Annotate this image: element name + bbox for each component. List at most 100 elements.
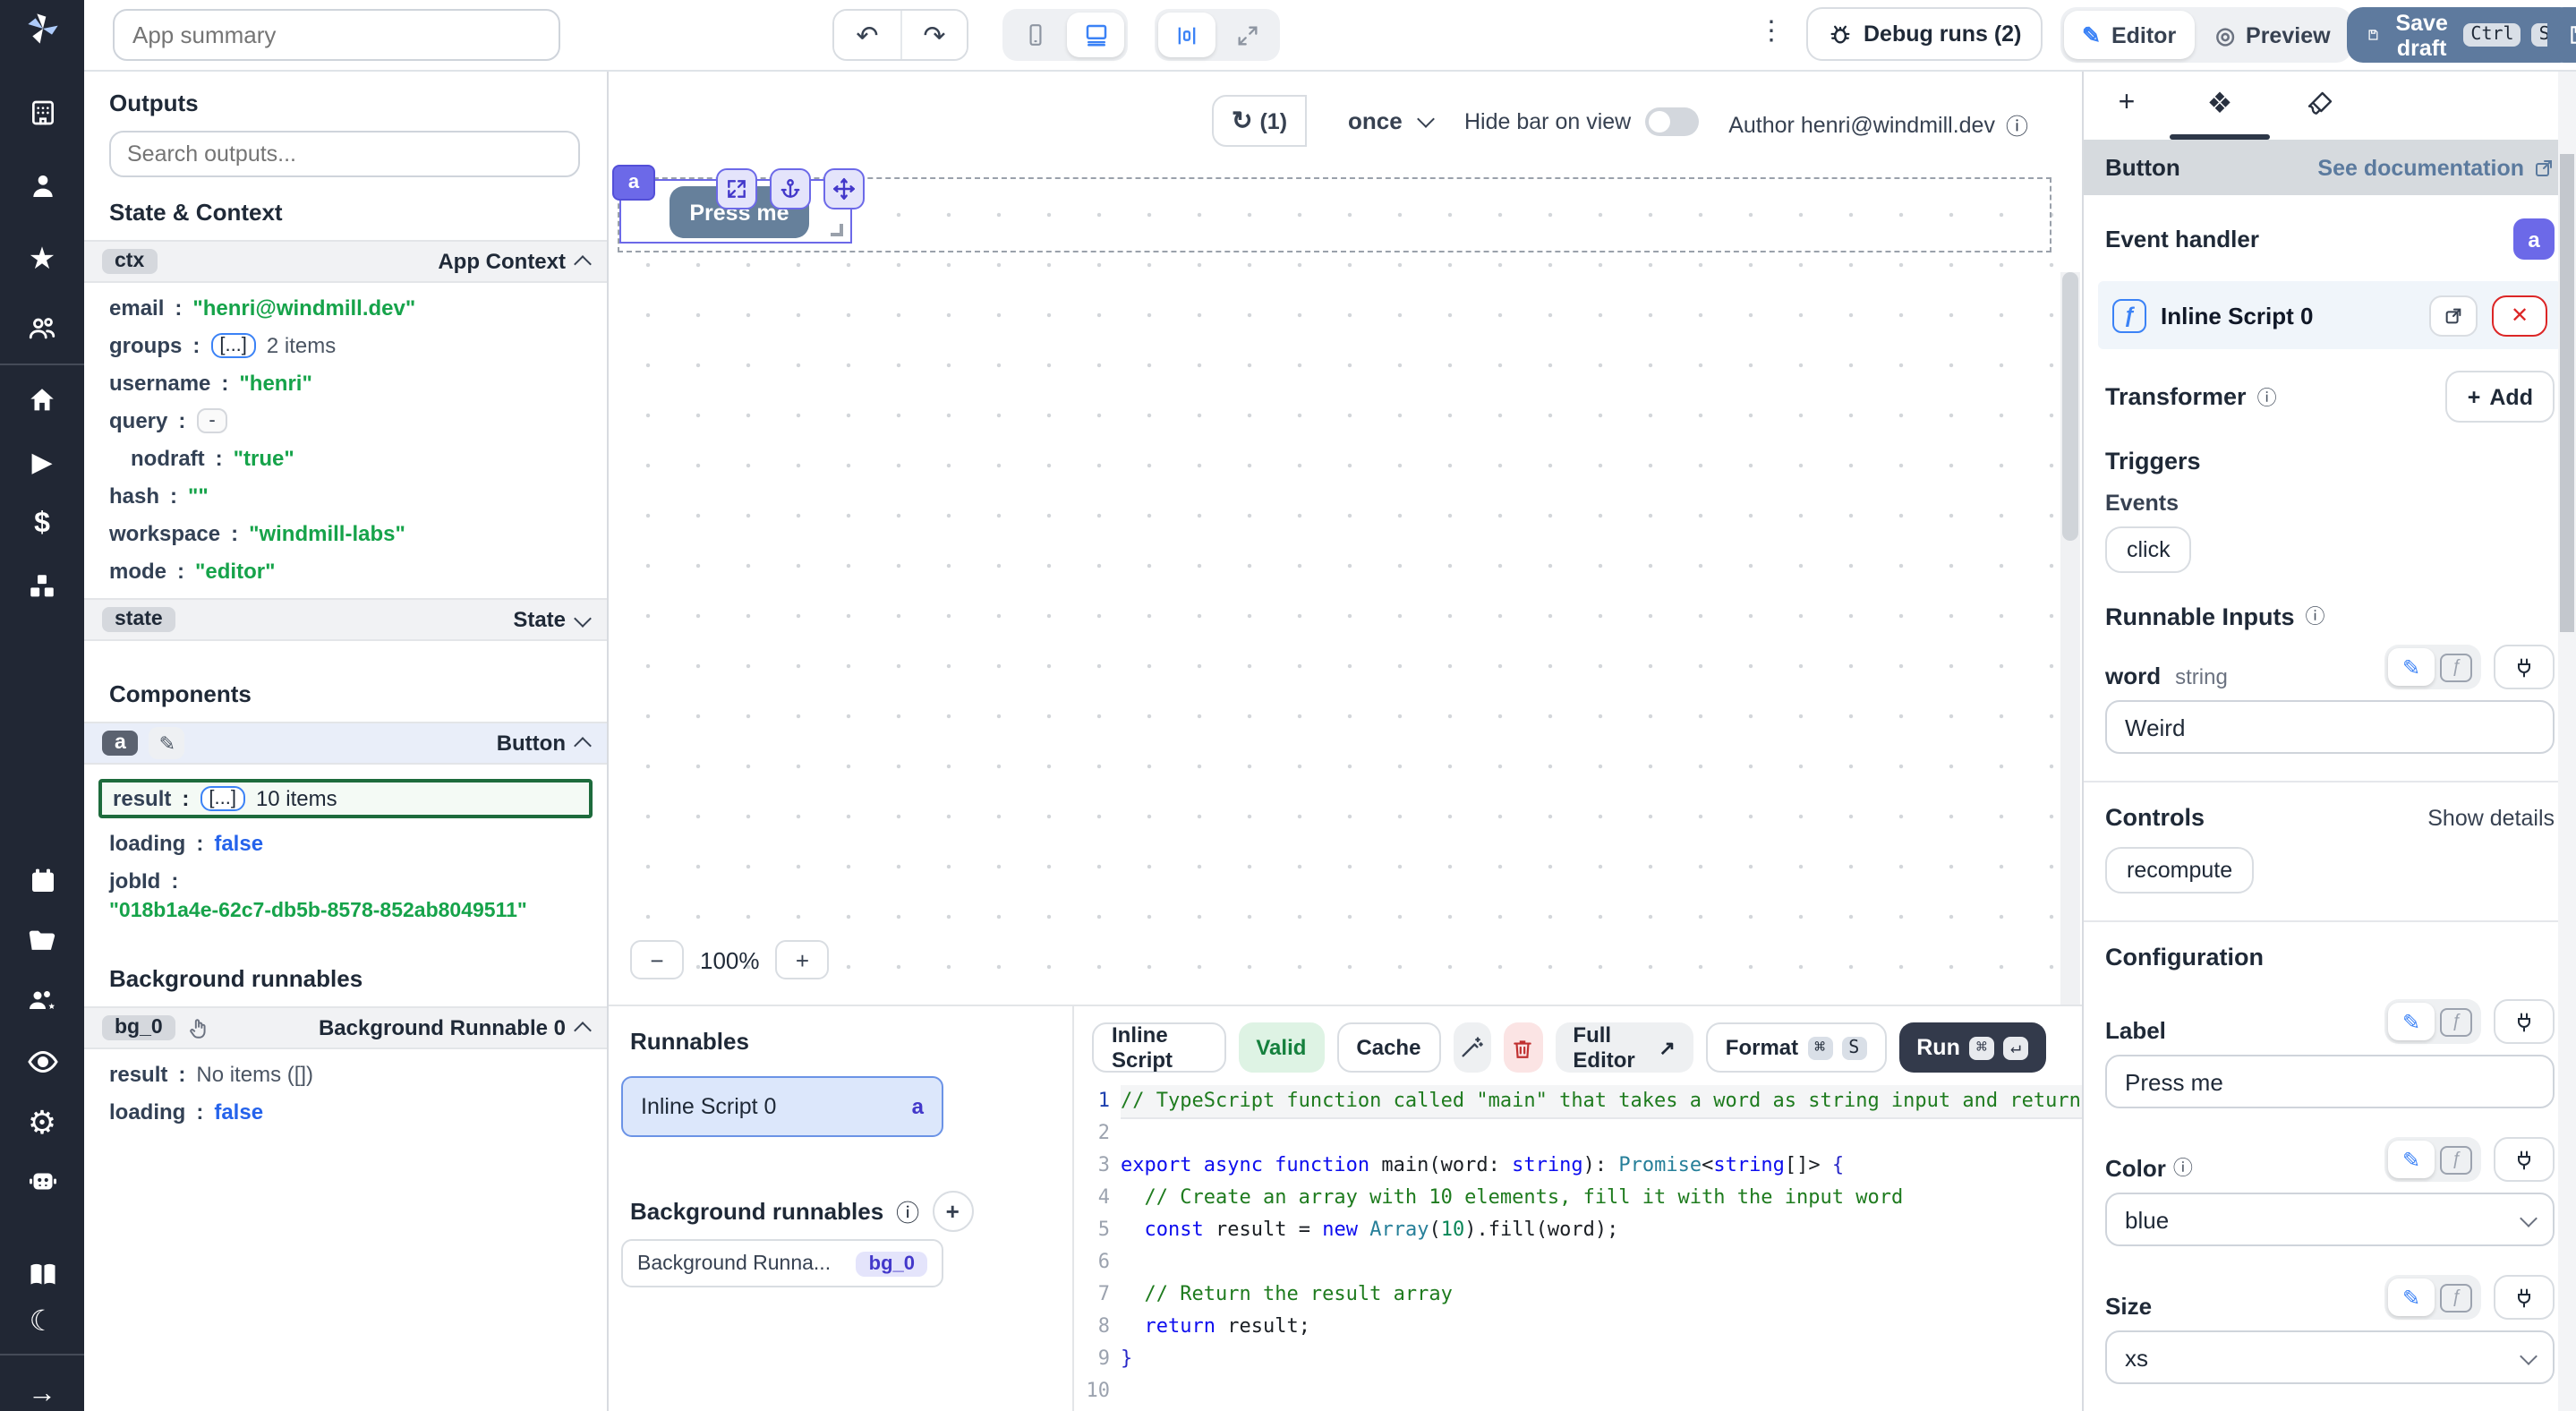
size-select[interactable]: xs xyxy=(2105,1330,2555,1384)
expand-array-chip[interactable]: [...] xyxy=(200,786,245,811)
canvas-grid[interactable]: Press me a − 100% + xyxy=(609,172,2082,1005)
state-section-header[interactable]: state State xyxy=(84,598,607,641)
eval-mode-button[interactable]: ƒ xyxy=(2440,1007,2472,1036)
building-icon[interactable] xyxy=(0,97,84,131)
cache-button[interactable]: Cache xyxy=(1336,1022,1440,1073)
more-options-icon[interactable]: ⋮ xyxy=(1758,14,1783,47)
static-mode-button[interactable]: ✎ xyxy=(2388,1141,2435,1178)
ctx-row-groups[interactable]: groups:[...]2 items xyxy=(84,333,607,358)
collapse-icon[interactable] xyxy=(574,1022,592,1039)
zoom-in-button[interactable]: + xyxy=(776,940,830,979)
people-gear-icon[interactable] xyxy=(0,984,84,1018)
info-icon[interactable]: ⓘ xyxy=(896,1194,919,1228)
ctx-row-workspace[interactable]: workspace:"windmill-labs" xyxy=(84,521,607,546)
tab-preview[interactable]: ◎ Preview xyxy=(2197,11,2348,59)
anchor-handle[interactable] xyxy=(770,168,811,210)
cubes-icon[interactable] xyxy=(0,570,84,604)
see-documentation-link[interactable]: See documentation xyxy=(2317,155,2555,180)
dollar-icon[interactable]: $ xyxy=(0,508,84,542)
handler-script-row[interactable]: ƒ Inline Script 0 ✕ xyxy=(2098,281,2562,349)
ctx-row-username[interactable]: username:"henri" xyxy=(84,371,607,396)
connect-plug-button[interactable] xyxy=(2494,1275,2555,1320)
window-scrollbar[interactable] xyxy=(2558,72,2576,1411)
folder-icon[interactable] xyxy=(0,924,84,958)
calendar-icon[interactable] xyxy=(0,863,84,897)
full-editor-button[interactable]: Full Editor ↗ xyxy=(1555,1022,1693,1073)
ctx-row-mode[interactable]: mode:"editor" xyxy=(84,559,607,584)
label-input[interactable] xyxy=(2105,1055,2555,1108)
moon-icon[interactable]: ☾ xyxy=(0,1306,84,1340)
remove-script-button[interactable]: ✕ xyxy=(2492,295,2547,336)
robot-icon[interactable] xyxy=(0,1164,84,1198)
expand-array-chip[interactable]: [...] xyxy=(210,333,256,358)
format-button[interactable]: Format ⌘S xyxy=(1706,1022,1886,1073)
move-handle[interactable] xyxy=(823,168,865,210)
click-event-pill[interactable]: click xyxy=(2105,526,2192,573)
connect-plug-button[interactable] xyxy=(2494,645,2555,689)
add-background-runnable-button[interactable]: + xyxy=(932,1191,973,1232)
ai-wand-button[interactable] xyxy=(1453,1022,1491,1073)
ctx-section-header[interactable]: ctx App Context xyxy=(84,240,607,283)
button-component-header[interactable]: a ✎ Button xyxy=(84,722,607,765)
windmill-logo[interactable] xyxy=(0,11,84,47)
background-runnable-item[interactable]: Background Runna... bg_0 xyxy=(621,1239,943,1287)
tab-insert[interactable]: + xyxy=(2091,72,2162,136)
expand-handle[interactable] xyxy=(716,168,757,210)
code-lines[interactable]: // TypeScript function called "main" tha… xyxy=(1121,1085,2082,1411)
collapse-icon[interactable] xyxy=(574,737,592,755)
button-jobid-value[interactable]: "018b1a4e-62c7-db5b-8578-852ab8049511" xyxy=(84,901,607,922)
tab-styling[interactable] xyxy=(2284,72,2356,136)
expand-icon[interactable] xyxy=(574,609,592,627)
info-icon[interactable]: ⓘ xyxy=(2306,602,2325,630)
zoom-out-button[interactable]: − xyxy=(630,940,684,979)
home-icon[interactable] xyxy=(0,383,84,417)
ctx-row-nodraft[interactable]: nodraft:"true" xyxy=(84,446,607,471)
open-script-button[interactable] xyxy=(2429,295,2478,336)
ctx-row-hash[interactable]: hash:"" xyxy=(84,483,607,509)
ctx-row-query[interactable]: query:- xyxy=(84,408,607,433)
bg0-result-row[interactable]: result:No items ([]) xyxy=(84,1062,607,1087)
connect-plug-button[interactable] xyxy=(2494,999,2555,1044)
inline-script-tab[interactable]: Inline Script xyxy=(1092,1022,1225,1073)
word-input[interactable] xyxy=(2105,700,2555,754)
inline-script-item[interactable]: Inline Script 0 a xyxy=(621,1076,943,1137)
bg0-section-header[interactable]: bg_0 Background Runnable 0 xyxy=(84,1006,607,1049)
bg0-loading-row[interactable]: loading:false xyxy=(84,1099,607,1125)
add-transformer-button[interactable]: +Add xyxy=(2446,371,2555,423)
static-mode-button[interactable]: ✎ xyxy=(2388,1278,2435,1316)
refresh-button[interactable]: ↻ (1) xyxy=(1212,95,1307,147)
info-icon[interactable]: ⓘ xyxy=(2257,382,2277,411)
deploy-button[interactable]: Deploy xyxy=(2547,7,2576,63)
button-loading-row[interactable]: loading:false xyxy=(84,831,607,856)
run-button[interactable]: Run ⌘↵ xyxy=(1898,1022,2046,1073)
undo-button[interactable]: ↶ xyxy=(834,11,900,59)
hide-bar-toggle[interactable] xyxy=(1645,107,1699,136)
collapse-icon[interactable] xyxy=(574,255,592,273)
connect-plug-button[interactable] xyxy=(2494,1137,2555,1182)
book-icon[interactable] xyxy=(0,1258,84,1292)
static-mode-button[interactable]: ✎ xyxy=(2388,648,2435,686)
save-draft-button[interactable]: Save draft CtrlS xyxy=(2347,7,2576,63)
redo-button[interactable]: ↷ xyxy=(900,11,967,59)
eval-mode-button[interactable]: ƒ xyxy=(2440,653,2472,681)
app-summary-input[interactable] xyxy=(113,9,560,61)
schedule-dropdown[interactable]: once xyxy=(1337,95,1444,147)
center-layout-button[interactable] xyxy=(1158,13,1215,57)
desktop-view-button[interactable] xyxy=(1067,13,1124,57)
show-details-link[interactable]: Show details xyxy=(2427,805,2555,830)
gear-icon[interactable]: ⚙ xyxy=(0,1105,84,1139)
resize-handle[interactable] xyxy=(831,224,843,236)
arrow-right-icon[interactable]: → xyxy=(0,1378,84,1411)
info-icon[interactable]: ⓘ xyxy=(2006,107,2028,141)
play-icon[interactable]: ▶ xyxy=(0,446,84,480)
fullwidth-layout-button[interactable] xyxy=(1219,13,1276,57)
color-select[interactable]: blue xyxy=(2105,1193,2555,1246)
button-jobid-row[interactable]: jobId: xyxy=(84,868,607,894)
eval-mode-button[interactable]: ƒ xyxy=(2440,1145,2472,1174)
recompute-pill[interactable]: recompute xyxy=(2105,847,2254,894)
eye-icon[interactable] xyxy=(0,1045,84,1079)
people-icon[interactable] xyxy=(0,312,84,346)
tab-settings[interactable]: ❖ xyxy=(2184,72,2256,136)
star-icon[interactable]: ★ xyxy=(0,243,84,277)
static-mode-button[interactable]: ✎ xyxy=(2388,1003,2435,1040)
